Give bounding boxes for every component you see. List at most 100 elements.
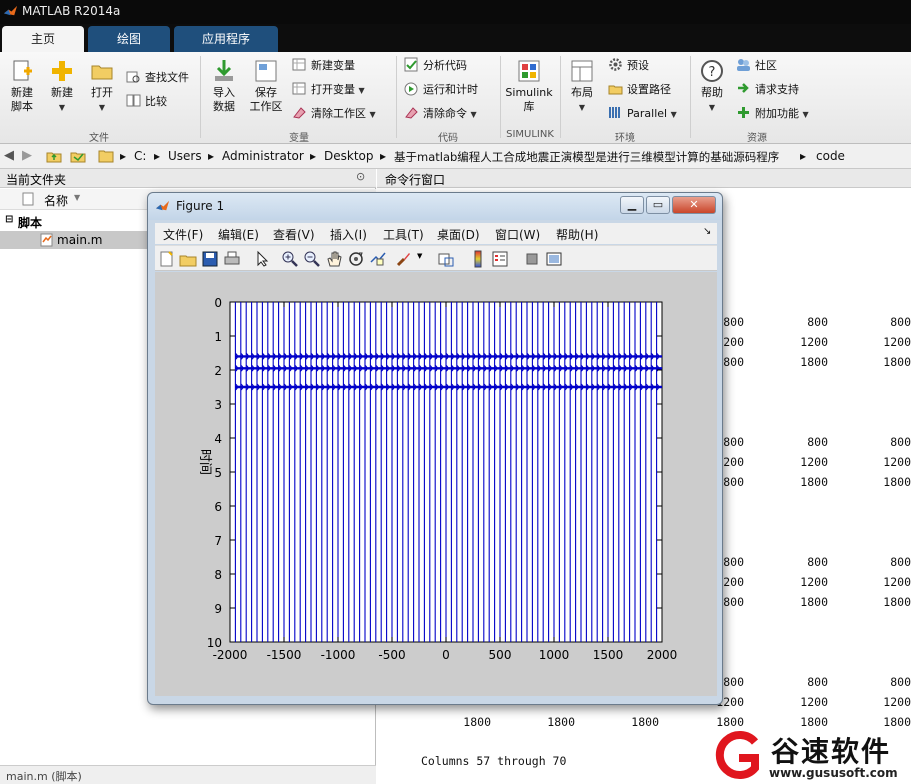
colorbar-icon[interactable] <box>469 250 487 268</box>
new-variable-button[interactable]: 新建变量 <box>292 56 355 76</box>
matrix-value: 1800 <box>883 595 911 609</box>
menu-insert[interactable]: 插入(I) <box>330 226 367 243</box>
new-dropdown-icon[interactable]: ▼ <box>59 103 65 112</box>
layout-dropdown-icon[interactable]: ▼ <box>579 103 585 112</box>
dock-arrow-icon[interactable]: ↘ <box>703 226 711 237</box>
figure-title-bar[interactable]: Figure 1 ▁ ▭ ✕ <box>148 193 722 220</box>
menu-window[interactable]: 窗口(W) <box>495 226 540 243</box>
analyze-code-button[interactable]: 分析代码 <box>404 56 467 76</box>
menu-tools[interactable]: 工具(T) <box>383 226 424 243</box>
breadcrumb-code[interactable]: code <box>816 149 845 163</box>
figure-window[interactable]: Figure 1 ▁ ▭ ✕ 文件(F) 编辑(E) 查看(V) 插入(I) 工… <box>147 192 723 705</box>
open-button[interactable]: 打开 ▼ <box>84 58 120 115</box>
set-path-label: 设置路径 <box>627 83 671 96</box>
parallel-dropdown-icon[interactable]: ▼ <box>671 110 677 119</box>
matrix-value: 1800 <box>800 475 828 489</box>
save-icon[interactable] <box>201 250 219 268</box>
menu-edit[interactable]: 编辑(E) <box>218 226 259 243</box>
maximize-button[interactable]: ▭ <box>646 196 670 214</box>
breadcrumb-c[interactable]: C: <box>134 149 146 163</box>
new-figure-icon[interactable] <box>158 250 176 268</box>
matlab-window: MATLAB R2014a 主页 绘图 应用程序 新建 脚本 新建 ▼ 打开 ▼ 查找… <box>0 0 911 784</box>
link-plot-icon[interactable] <box>437 250 455 268</box>
minimize-icon: ▁ <box>627 198 637 211</box>
title-bar: MATLAB R2014a <box>0 0 911 24</box>
forward-arrow-icon[interactable]: ▶ <box>22 148 32 163</box>
clear-workspace-dropdown-icon[interactable]: ▼ <box>370 110 376 119</box>
pointer-icon[interactable] <box>253 250 271 268</box>
figure-title: Figure 1 <box>176 199 225 213</box>
x-tick-label: -1500 <box>267 648 302 662</box>
pan-hand-icon[interactable] <box>325 250 343 268</box>
clear-commands-dropdown-icon[interactable]: ▼ <box>471 110 477 119</box>
environment-group-label: 环境 <box>615 133 635 144</box>
set-path-button[interactable]: 设置路径 <box>608 80 671 100</box>
m-file-icon <box>40 233 53 247</box>
simulink-library-button[interactable]: Simulink 库 <box>504 58 554 114</box>
parallel-button[interactable]: Parallel ▼ <box>608 104 677 124</box>
zoom-in-icon[interactable] <box>281 250 299 268</box>
find-files-button[interactable]: 查找文件 <box>126 68 189 88</box>
run-and-time-button[interactable]: 运行和计时 <box>404 80 478 100</box>
open-dropdown-icon[interactable]: ▼ <box>99 103 105 112</box>
data-cursor-icon[interactable] <box>369 250 387 268</box>
clear-workspace-button[interactable]: 清除工作区 ▼ <box>292 104 376 124</box>
tab-plots[interactable]: 绘图 <box>88 26 170 52</box>
tab-home[interactable]: 主页 <box>2 26 84 52</box>
column-name-header[interactable]: 名称 <box>44 192 68 209</box>
save-workspace-button[interactable]: 保存 工作区 <box>246 58 286 114</box>
browse-folder-icon[interactable] <box>70 148 86 164</box>
open-variable-button[interactable]: 打开变量 ▼ <box>292 80 365 100</box>
addons-button[interactable]: 附加功能 ▼ <box>736 104 809 124</box>
new-script-button[interactable]: 新建 脚本 <box>4 58 40 114</box>
legend-icon[interactable] <box>491 250 509 268</box>
help-label: 帮助 <box>701 86 723 99</box>
panel-menu-icon[interactable]: ⊙ <box>356 170 365 183</box>
y-tick-label: 6 <box>214 500 222 514</box>
close-button[interactable]: ✕ <box>672 196 716 214</box>
addons-label: 附加功能 <box>755 107 799 120</box>
breadcrumb-project-folder[interactable]: 基于matlab编程人工合成地震正演模型是进行三维模型计算的基础源码程序 <box>394 149 779 165</box>
help-dropdown-icon[interactable]: ▼ <box>709 103 715 112</box>
new-button[interactable]: 新建 ▼ <box>44 58 80 115</box>
breadcrumb-administrator[interactable]: Administrator <box>222 149 304 163</box>
tab-apps[interactable]: 应用程序 <box>174 26 278 52</box>
clear-commands-button[interactable]: 清除命令 ▼ <box>404 104 477 124</box>
zoom-out-icon[interactable] <box>303 250 321 268</box>
rotate-3d-icon[interactable] <box>347 250 365 268</box>
menu-help[interactable]: 帮助(H) <box>556 226 598 243</box>
menu-file[interactable]: 文件(F) <box>163 226 203 243</box>
open-variable-dropdown-icon[interactable]: ▼ <box>359 86 365 95</box>
script-group-label: 脚本 <box>18 216 43 230</box>
brush-dropdown-icon[interactable]: ▼ <box>417 252 422 260</box>
hide-plot-tools-icon[interactable] <box>523 250 541 268</box>
back-arrow-icon[interactable]: ◀ <box>4 148 14 163</box>
collapse-icon[interactable]: ⊟ <box>5 214 13 225</box>
open-file-icon[interactable] <box>179 250 197 268</box>
import-label-2: 数据 <box>213 100 235 113</box>
figure-canvas[interactable]: -2000 -1500 -1000 -500 0 500 1000 1500 2000 0 1 2 3 4… <box>155 272 717 696</box>
layout-button[interactable]: 布局 ▼ <box>564 58 600 115</box>
addons-dropdown-icon[interactable]: ▼ <box>803 110 809 119</box>
request-support-button[interactable]: 请求支持 <box>736 80 799 100</box>
sort-arrow-icon[interactable]: ▼ <box>74 193 80 202</box>
compare-button[interactable]: 比较 <box>126 92 167 112</box>
print-icon[interactable] <box>223 250 241 268</box>
show-plot-tools-icon[interactable] <box>545 250 563 268</box>
menu-desktop[interactable]: 桌面(D) <box>437 226 480 243</box>
parallel-label: Parallel <box>627 107 668 120</box>
help-button[interactable]: ? 帮助 ▼ <box>694 58 730 115</box>
seismic-plot[interactable]: -2000 -1500 -1000 -500 0 500 1000 1500 2000 0 1 2 3 4… <box>155 272 717 696</box>
breadcrumb-users[interactable]: Users <box>168 149 202 163</box>
minimize-button[interactable]: ▁ <box>620 196 644 214</box>
import-data-button[interactable]: 导入 数据 <box>206 58 242 114</box>
menu-view[interactable]: 查看(V) <box>273 226 315 243</box>
breadcrumb-desktop[interactable]: Desktop <box>324 149 374 163</box>
community-button[interactable]: 社区 <box>736 56 777 76</box>
find-files-icon <box>126 71 140 83</box>
up-folder-icon[interactable] <box>46 148 62 164</box>
details-text: main.m (脚本) <box>6 770 82 783</box>
x-tick-label: -2000 <box>213 648 248 662</box>
preferences-button[interactable]: 预设 <box>608 56 649 76</box>
brush-icon[interactable] <box>395 250 413 268</box>
